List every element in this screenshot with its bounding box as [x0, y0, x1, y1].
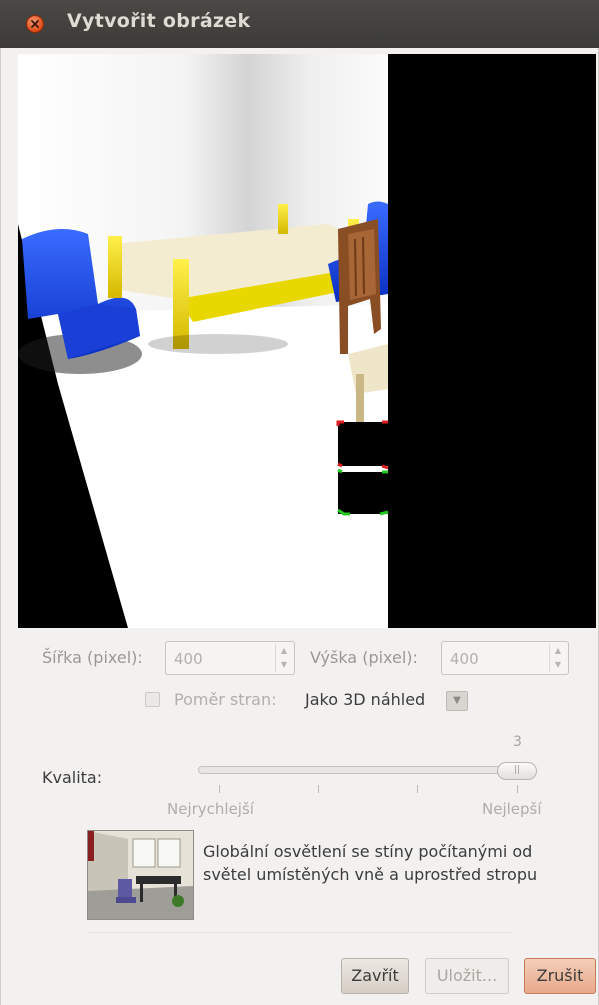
spin-up-icon[interactable]: ▲ [550, 644, 566, 658]
room-thumbnail-image [88, 831, 193, 919]
save-button[interactable]: Uložit... [425, 958, 509, 994]
spin-down-icon[interactable]: ▼ [276, 658, 292, 672]
cancel-button[interactable]: Zrušit [524, 958, 596, 994]
quality-value: 3 [513, 734, 522, 750]
height-value: 400 [450, 650, 479, 668]
quality-preview-thumbnail [87, 830, 194, 920]
width-label: Šířka (pixel): [42, 648, 143, 667]
close-button[interactable]: Zavřít [341, 958, 409, 994]
separator [88, 932, 512, 933]
quality-slider-handle[interactable]: || [497, 762, 537, 780]
slider-tick [417, 785, 418, 793]
slider-tick [517, 785, 518, 793]
aspect-ratio-combo-value[interactable]: Jako 3D náhled [305, 690, 425, 709]
quality-description: Globální osvětlení se stíny počítanými o… [203, 842, 538, 884]
window-title: Vytvořit obrázek [67, 10, 251, 32]
height-spinner[interactable]: 400 ▲ ▼ [441, 641, 569, 675]
quality-label: Kvalita: [42, 768, 103, 787]
aspect-ratio-label: Poměr stran: [174, 690, 277, 709]
slider-tick [219, 785, 220, 793]
height-spinner-arrows[interactable]: ▲ ▼ [549, 644, 566, 672]
chevron-down-icon: ▼ [453, 695, 461, 706]
render-preview [18, 54, 596, 628]
width-value: 400 [174, 650, 203, 668]
window-close-button[interactable] [26, 15, 44, 33]
spin-down-icon[interactable]: ▼ [550, 658, 566, 672]
slider-tick [318, 785, 319, 793]
title-bar: Vytvořit obrázek [0, 0, 599, 49]
spin-up-icon[interactable]: ▲ [276, 644, 292, 658]
width-spinner[interactable]: 400 ▲ ▼ [165, 641, 295, 675]
close-icon [31, 20, 39, 28]
quality-max-label: Nejlepší [482, 800, 542, 818]
aspect-ratio-combo-button[interactable]: ▼ [446, 691, 468, 711]
width-spinner-arrows[interactable]: ▲ ▼ [275, 644, 292, 672]
quality-slider-track[interactable] [198, 766, 536, 774]
height-label: Výška (pixel): [310, 648, 418, 667]
aspect-ratio-checkbox[interactable] [145, 692, 160, 707]
room-render-image [18, 54, 596, 628]
quality-min-label: Nejrychlejší [167, 800, 254, 818]
